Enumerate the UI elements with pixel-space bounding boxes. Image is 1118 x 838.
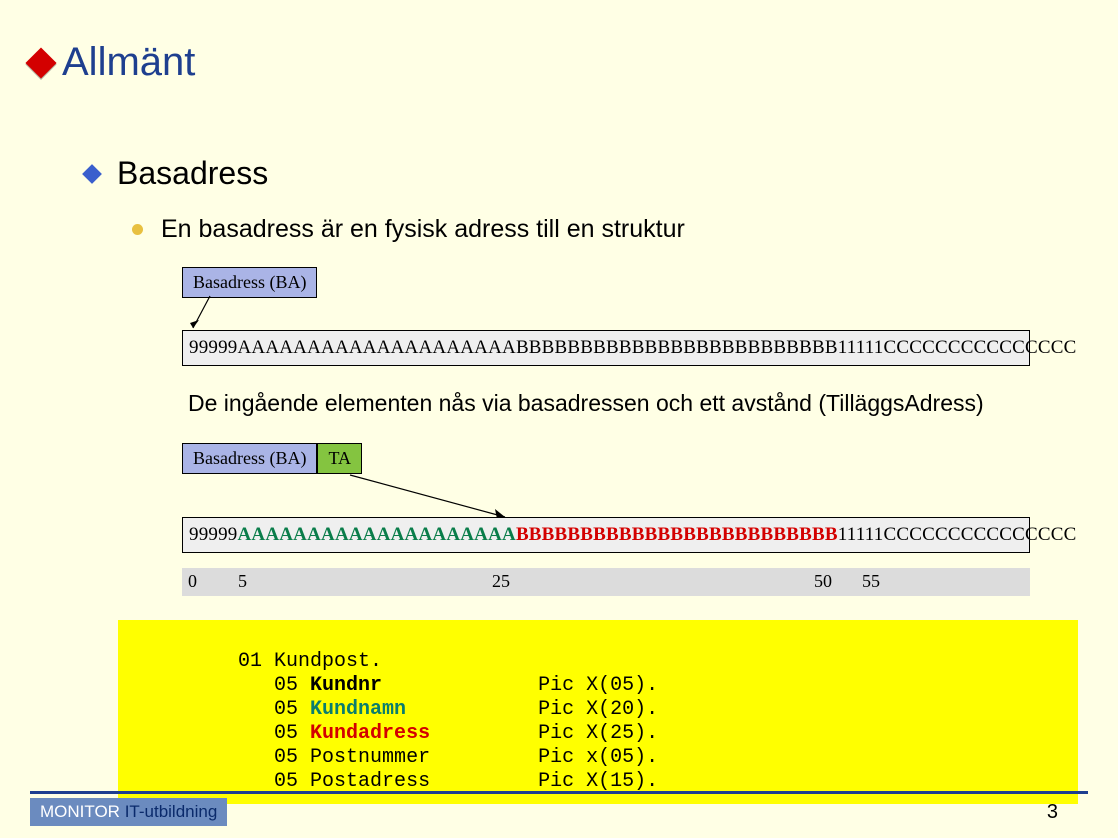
basadress-ta-row: Basadress (BA) TA bbox=[182, 443, 362, 474]
offset-5: 5 bbox=[238, 571, 247, 592]
offset-ruler: 0 5 25 50 55 bbox=[182, 568, 1030, 596]
memory-row-1: 99999AAAAAAAAAAAAAAAAAAAABBBBBBBBBBBBBBB… bbox=[182, 330, 1030, 366]
basadress-label-box-2: Basadress (BA) bbox=[182, 443, 317, 474]
mem2-seg-1: 11111 bbox=[838, 524, 884, 545]
code-postadress: Postadress bbox=[310, 770, 430, 793]
mem2-seg-9: 99999 bbox=[189, 524, 238, 545]
bullet-level1-text: Basadress bbox=[117, 155, 268, 192]
code-pic-5: Pic x(05). bbox=[538, 746, 658, 769]
code-line-2: 05 Kundnr Pic X(05). bbox=[118, 674, 658, 697]
diamond-bullet-icon bbox=[25, 47, 56, 78]
memory-row-2: 99999AAAAAAAAAAAAAAAAAAAABBBBBBBBBBBBBBB… bbox=[182, 517, 1030, 553]
page-number: 3 bbox=[1047, 801, 1058, 824]
code-pic-4: Pic X(25). bbox=[538, 722, 658, 745]
code-level: 05 bbox=[274, 722, 310, 745]
mem2-seg-a: AAAAAAAAAAAAAAAAAAAA bbox=[238, 524, 516, 545]
code-level: 05 bbox=[274, 674, 310, 697]
cobol-code-block: 01 Kundpost. 05 Kundnr Pic X(05). 05 Kun… bbox=[118, 620, 1078, 804]
mem1-seg-1: 11111 bbox=[838, 337, 884, 358]
dot-icon bbox=[132, 224, 143, 235]
mem1-seg-b: BBBBBBBBBBBBBBBBBBBBBBBBB bbox=[516, 337, 838, 358]
bullet-level2: En basadress är en fysisk adress till en… bbox=[132, 215, 685, 244]
mem1-seg-a: AAAAAAAAAAAAAAAAAAAA bbox=[238, 337, 516, 358]
code-pic-3: Pic X(20). bbox=[538, 698, 658, 721]
mem1-seg-9: 99999 bbox=[189, 337, 238, 358]
footer-brand-1: MONITOR bbox=[40, 802, 125, 821]
diamond-small-icon bbox=[82, 164, 102, 184]
code-line-6: 05 Postadress Pic X(15). bbox=[118, 770, 658, 793]
description-line: De ingående elementen nås via basadresse… bbox=[188, 390, 984, 417]
code-postnummer: Postnummer bbox=[310, 746, 430, 769]
code-pic-2: Pic X(05). bbox=[538, 674, 658, 697]
code-line-5: 05 Postnummer Pic x(05). bbox=[118, 746, 658, 769]
code-kundnr: Kundnr bbox=[310, 674, 382, 697]
code-level: 05 bbox=[274, 698, 310, 721]
offset-55: 55 bbox=[862, 571, 880, 592]
offset-25: 25 bbox=[492, 571, 510, 592]
slide-title-row: Allmänt bbox=[30, 40, 195, 85]
code-l1: 01 Kundpost. bbox=[238, 650, 382, 673]
slide: Allmänt Basadress En basadress är en fys… bbox=[0, 0, 1118, 838]
footer-brand: MONITOR IT-utbildning bbox=[30, 798, 227, 826]
offset-0: 0 bbox=[188, 571, 197, 592]
basadress-label-box-1: Basadress (BA) bbox=[182, 267, 317, 298]
code-level: 05 bbox=[274, 746, 310, 769]
mem2-seg-b: BBBBBBBBBBBBBBBBBBBBBBBBB bbox=[516, 524, 838, 545]
code-level: 05 bbox=[274, 770, 310, 793]
ta-label-box: TA bbox=[317, 443, 362, 474]
slide-title: Allmänt bbox=[62, 40, 195, 85]
code-kundnamn: Kundnamn bbox=[310, 698, 406, 721]
footer-brand-2: IT-utbildning bbox=[125, 802, 218, 821]
footer-divider bbox=[30, 791, 1088, 794]
code-line-1: 01 Kundpost. bbox=[118, 650, 382, 673]
mem1-seg-c: CCCCCCCCCCCCCCC bbox=[883, 337, 1076, 358]
code-line-4: 05 Kundadress Pic X(25). bbox=[118, 722, 658, 745]
code-line-3: 05 Kundnamn Pic X(20). bbox=[118, 698, 658, 721]
mem2-seg-c: CCCCCCCCCCCCCCC bbox=[883, 524, 1076, 545]
bullet-level2-text: En basadress är en fysisk adress till en… bbox=[161, 215, 685, 244]
offset-50: 50 bbox=[814, 571, 832, 592]
code-pic-6: Pic X(15). bbox=[538, 770, 658, 793]
code-kundadress: Kundadress bbox=[310, 722, 430, 745]
bullet-level1: Basadress bbox=[85, 155, 268, 192]
